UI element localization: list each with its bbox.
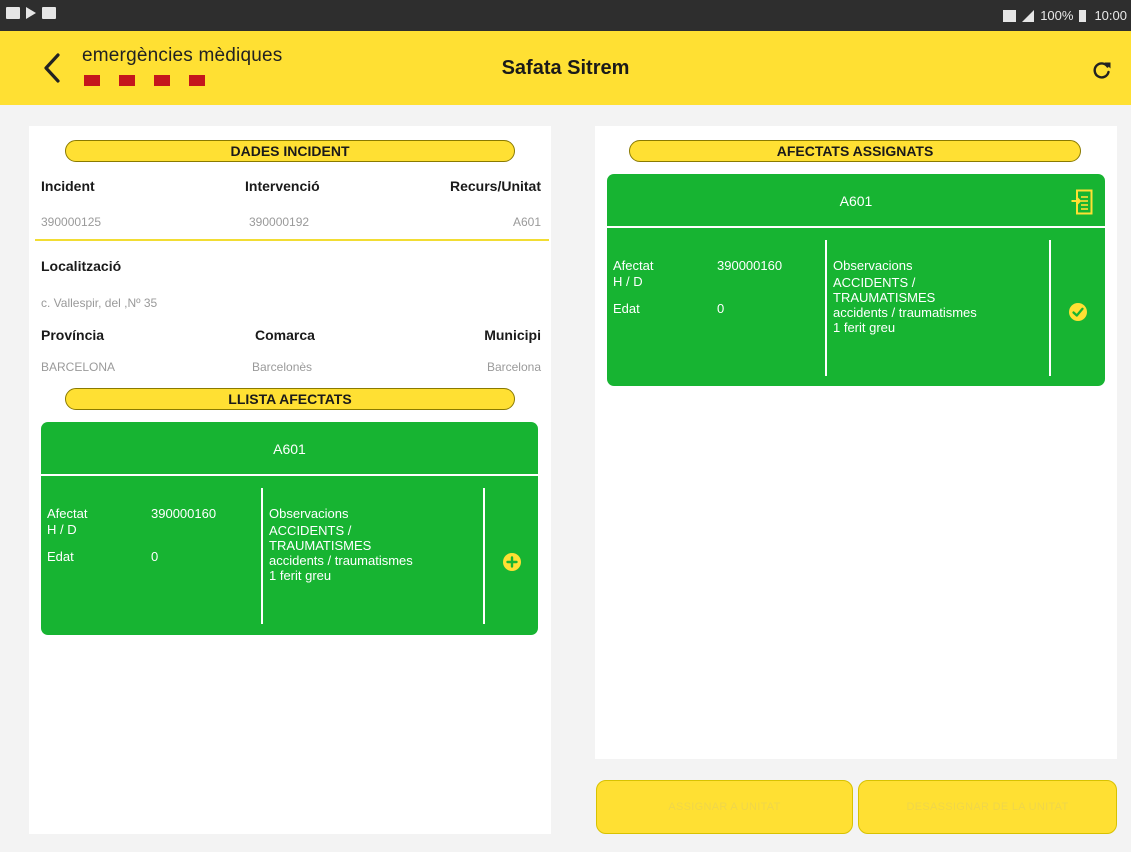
afectat-value: 390000160	[151, 506, 217, 521]
edat-value: 0	[151, 549, 159, 564]
clock: 10:00	[1094, 8, 1127, 23]
system-icons: 100% 10:00	[1003, 8, 1127, 23]
observacions-line-1: ACCIDENTS /	[833, 275, 916, 290]
app-bar: emergències mèdiques Safata Sitrem	[0, 31, 1131, 105]
intervencio-value: 390000192	[249, 215, 310, 229]
signal-icon	[1022, 9, 1035, 22]
assigned-panel: AFECTATS ASSIGNATS A601 Afectat H / D Ed…	[595, 126, 1117, 759]
refresh-icon	[1093, 62, 1111, 79]
add-afectat-button[interactable]	[503, 553, 521, 571]
observacions-line-3: accidents / traumatismes	[269, 553, 413, 568]
observacions-line-2: TRAUMATISMES	[833, 290, 936, 305]
document-import-icon	[1071, 189, 1093, 215]
observacions-line-4: 1 ferit greu	[833, 320, 896, 335]
battery-icon	[1079, 9, 1087, 22]
card-unit: A601	[41, 422, 538, 476]
provincia-value: BARCELONA	[41, 360, 116, 374]
assign-unit-button[interactable]: ASSIGNAR A UNITAT	[596, 780, 853, 834]
page-title: Safata Sitrem	[501, 57, 630, 79]
observacions-label: Observacions	[833, 258, 913, 273]
column-divider	[261, 488, 263, 624]
assigned-check-button[interactable]	[1069, 303, 1087, 321]
assigned-afectat-card[interactable]: A601 Afectat H / D Edat 390000160 0 Obse…	[607, 174, 1105, 386]
edat-value: 0	[717, 301, 725, 316]
gallery-icon	[6, 7, 20, 19]
edat-label: Edat	[47, 549, 74, 564]
municipi-value: Barcelona	[486, 360, 541, 374]
observacions-label: Observacions	[269, 506, 349, 521]
divider	[35, 239, 549, 241]
hd-label: H / D	[613, 274, 643, 289]
column-divider	[483, 488, 485, 624]
refresh-button[interactable]	[1091, 59, 1113, 81]
recurs-value: A601	[512, 215, 541, 229]
incident-value: 390000125	[41, 215, 102, 229]
column-divider	[1049, 240, 1051, 376]
localitzacio-value: c. Vallespir, del ,Nº 35	[41, 296, 158, 310]
intervencio-label: Intervenció	[245, 178, 320, 194]
edat-label: Edat	[613, 301, 640, 316]
status-bar: 100% 10:00	[0, 0, 1131, 31]
notification-icons	[6, 7, 56, 19]
afectat-label: Afectat	[613, 258, 654, 273]
comarca-label: Comarca	[255, 327, 315, 343]
provincia-label: Província	[41, 327, 105, 343]
localitzacio-label: Localització	[41, 258, 122, 274]
column-divider	[825, 240, 827, 376]
play-icon	[26, 7, 36, 19]
municipi-label: Municipi	[484, 327, 541, 343]
incident-label: Incident	[41, 178, 95, 194]
hd-label: H / D	[47, 522, 77, 537]
section-header-dades-incident: DADES INCIDENT	[65, 140, 515, 162]
afectat-label: Afectat	[47, 506, 88, 521]
card-unit: A601	[607, 174, 1105, 228]
unassign-unit-button[interactable]: DESASSIGNAR DE LA UNITAT	[858, 780, 1117, 834]
section-header-afectats-assignats: AFECTATS ASSIGNATS	[629, 140, 1081, 162]
observacions-line-4: 1 ferit greu	[269, 568, 332, 583]
plus-icon	[506, 556, 518, 568]
afectat-value: 390000160	[717, 258, 783, 273]
shield-icon	[42, 7, 56, 19]
import-document-button[interactable]	[1071, 189, 1093, 215]
observacions-line-2: TRAUMATISMES	[269, 538, 372, 553]
observacions-line-3: accidents / traumatismes	[833, 305, 977, 320]
incident-panel: DADES INCIDENT Incident Intervenció Recu…	[29, 126, 551, 834]
section-header-llista-afectats: LLISTA AFECTATS	[65, 388, 515, 410]
observacions-line-1: ACCIDENTS /	[269, 523, 352, 538]
check-circle-icon	[1072, 307, 1084, 317]
battery-percent: 100%	[1040, 8, 1074, 23]
recurs-label: Recurs/Unitat	[449, 178, 541, 194]
sim-icon	[1003, 9, 1017, 22]
comarca-value: Barcelonès	[252, 360, 313, 374]
afectat-card[interactable]: A601 Afectat H / D Edat 390000160 0 Obse…	[41, 422, 538, 635]
